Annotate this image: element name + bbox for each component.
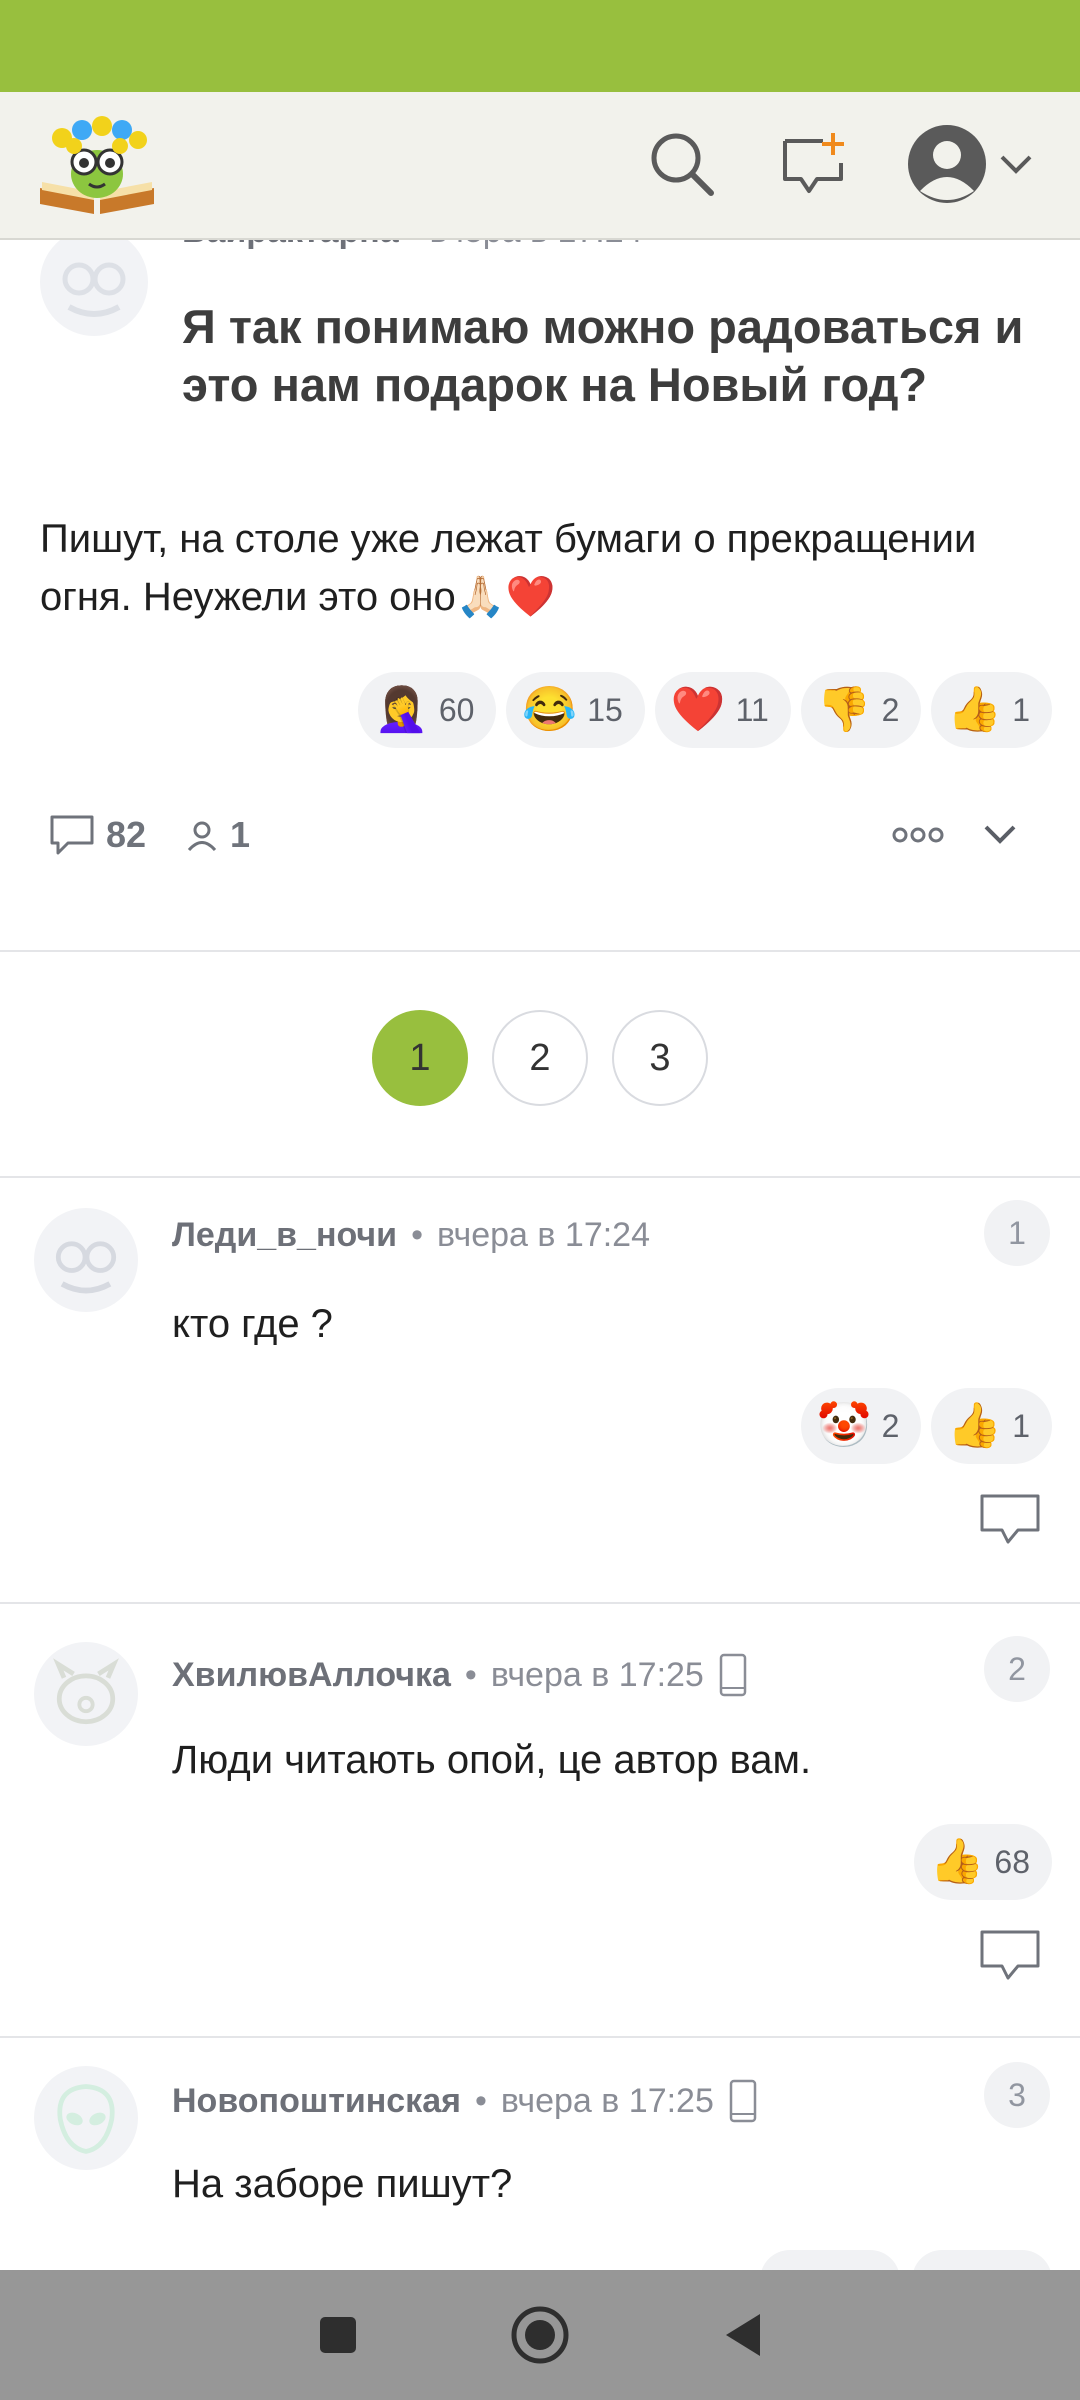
reaction-clown[interactable]: 🤡 2	[800, 1388, 922, 1464]
mobile-device-icon	[719, 1653, 747, 1697]
new-post-button[interactable]	[774, 124, 854, 204]
user-icon	[187, 821, 217, 852]
comment-author[interactable]: Новопоштинская	[172, 2082, 461, 2121]
comment-icon	[50, 815, 94, 855]
search-icon	[651, 133, 714, 196]
comment-time: вчера в 17:25	[490, 1655, 704, 1694]
clown-icon: 🤡	[816, 1401, 872, 1450]
divider	[0, 1176, 1080, 1178]
divider	[0, 2036, 1080, 2038]
comment-meta: ХвилювАллочка • вчера в 17:25	[172, 1652, 748, 1698]
comment-time: вчера в 17:24	[436, 1216, 650, 1254]
chevron-down-icon	[1000, 155, 1032, 174]
comment-author[interactable]: Леди_в_ночи	[172, 1216, 397, 1255]
thumbs-down-icon: 👎	[816, 685, 872, 734]
comment-author[interactable]: ХвилювАллочка	[172, 1656, 451, 1695]
comment-time: вчера в 17:25	[500, 2081, 714, 2120]
comment-author-avatar[interactable]	[34, 2066, 138, 2170]
post-body: Пишут, на столе уже лежат бумаги о прекр…	[40, 517, 977, 619]
subscribers-count: 1	[184, 814, 250, 856]
mobile-device-icon	[729, 2079, 757, 2123]
comment-author-avatar[interactable]	[34, 1208, 138, 1312]
divider	[0, 950, 1080, 952]
chevron-down-icon[interactable]	[980, 815, 1020, 855]
pagination: 1 2 3	[0, 1010, 1080, 1106]
profile-menu-button[interactable]	[900, 124, 1040, 204]
thumbs-up-icon: 👍	[947, 1401, 1003, 1450]
reply-icon[interactable]	[978, 1492, 1042, 1548]
status-bar	[0, 0, 1080, 92]
page-button-1[interactable]: 1	[372, 1010, 468, 1106]
page-button-3[interactable]: 3	[612, 1010, 708, 1106]
comment-text: кто где ?	[172, 1302, 333, 1346]
page-button-2[interactable]: 2	[492, 1010, 588, 1106]
comments-count-button[interactable]: 82	[48, 813, 146, 857]
comment-number: 1	[984, 1200, 1050, 1266]
home-nav-icon[interactable]	[510, 2305, 570, 2365]
square-nav-icon[interactable]	[316, 2313, 360, 2357]
user-avatar-icon	[908, 125, 986, 203]
comment-reactions: 👍 68	[913, 1824, 1052, 1900]
divider	[0, 1602, 1080, 1604]
comment-number: 2	[984, 1636, 1050, 1702]
more-icon[interactable]	[892, 825, 944, 845]
reaction-facepalm[interactable]: 🤦‍♀️ 60	[358, 672, 497, 748]
reaction-thumbs-up[interactable]: 👍 1	[931, 1388, 1052, 1464]
facepalm-icon: 🤦‍♀️	[374, 685, 429, 734]
reply-icon[interactable]	[978, 1928, 1042, 1984]
reaction-heart[interactable]: ❤️ 11	[654, 672, 791, 748]
post-reactions: 🤦‍♀️ 60 😂 15 ❤️ 11 👎 2 👍 1	[358, 672, 1052, 748]
comment-text: На заборе пишут?	[172, 2162, 513, 2206]
comment-number: 3	[984, 2062, 1050, 2128]
laugh-icon: 😂	[522, 685, 578, 734]
comment-meta: Новопоштинская • вчера в 17:25	[172, 2078, 758, 2124]
reaction-thumbs-down[interactable]: 👎 2	[800, 672, 922, 748]
back-nav-icon[interactable]	[720, 2310, 764, 2360]
comment-author-avatar[interactable]	[34, 1642, 138, 1746]
thumbs-up-icon: 👍	[929, 1837, 985, 1886]
reaction-thumbs-up[interactable]: 👍 1	[931, 672, 1052, 748]
comment-meta: Леди_в_ночи • вчера в 17:24	[172, 1216, 650, 1255]
heart-icon: ❤️	[670, 685, 726, 734]
thumbs-up-icon: 👍	[947, 685, 1003, 734]
search-button[interactable]	[642, 124, 722, 204]
comment-reactions: 🤡 2 👍 1	[800, 1388, 1052, 1464]
comment-text: Люди читають опой, це автор вам.	[172, 1738, 812, 1782]
post-author-avatar[interactable]	[40, 228, 148, 336]
reaction-thumbs-up[interactable]: 👍 68	[913, 1824, 1052, 1900]
top-app-bar	[0, 92, 1080, 240]
post-stats: 82 1	[48, 800, 1038, 870]
reaction-laugh[interactable]: 😂 15	[506, 672, 645, 748]
logo-icon[interactable]	[34, 108, 160, 220]
new-post-icon	[783, 133, 844, 193]
post-title[interactable]: Я так понимаю можно радоваться и это нам…	[182, 298, 1042, 414]
system-nav-bar	[0, 2270, 1080, 2400]
